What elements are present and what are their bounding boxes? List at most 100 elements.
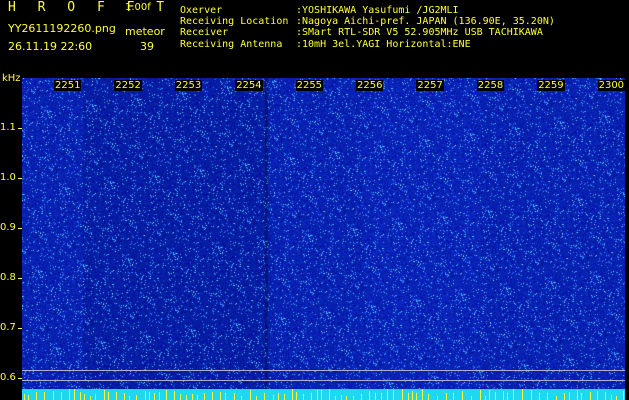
baseline-spike (453, 393, 454, 400)
info-row-receiver: Receiver :SMart RTL-SDR V5 52.905MHz USB … (180, 27, 555, 38)
baseline-spike (422, 389, 423, 400)
baseline-spike (154, 393, 155, 400)
signal-baseline (22, 389, 625, 400)
baseline-spike (74, 389, 75, 400)
baseline-spike (129, 396, 130, 400)
baseline-spike (53, 391, 54, 400)
baseline-spike (428, 394, 429, 400)
y-tick-label: 0.6 (0, 372, 16, 383)
reference-line-lower (22, 380, 625, 381)
info-key: Oxerver (180, 5, 223, 16)
baseline-spike (381, 393, 382, 400)
baseline-spike (116, 392, 117, 400)
filename-label: YY2611192260.png (8, 22, 116, 35)
baseline-spike (539, 393, 540, 400)
baseline-spike (522, 389, 523, 400)
info-row-location: Receiving Location:Nagoya Aichi-pref. JA… (180, 16, 555, 27)
baseline-spike (303, 394, 304, 400)
info-key: Receiver (180, 27, 229, 39)
y-tick-label: 0.9 (0, 222, 16, 233)
baseline-spike (495, 392, 496, 400)
baseline-spike (264, 393, 265, 400)
reference-line-upper (22, 370, 625, 371)
baseline-spike (292, 389, 293, 400)
baseline-spike (471, 396, 472, 400)
baseline-spike (204, 393, 205, 400)
baseline-spike (149, 392, 150, 400)
y-tick-mark (18, 178, 22, 179)
baseline-spike (361, 394, 362, 400)
meteor-count: 39 (140, 40, 154, 53)
baseline-spike (186, 395, 187, 400)
y-tick-mark (18, 128, 22, 129)
y-tick-label: 1.0 (0, 172, 16, 183)
baseline-spike (220, 392, 221, 400)
y-tick-label: 1.1 (0, 122, 16, 133)
info-value: :10mH 3el.YAGI Horizontal:ENE (296, 38, 471, 50)
info-value: :YOSHIKAWA Yasufumi /JG2MLI (296, 5, 459, 16)
x-tick-label: 2256 (356, 80, 384, 91)
baseline-spike (95, 394, 96, 400)
baseline-spike (412, 391, 413, 400)
y-axis-unit: kHz (2, 73, 21, 84)
baseline-spike (480, 390, 481, 400)
x-tick-label: 2255 (295, 80, 324, 91)
baseline-spike (69, 389, 70, 400)
baseline-spike (569, 392, 570, 400)
info-row-antenna: Receiving Antenna:10mH 3el.YAGI Horizont… (180, 39, 555, 50)
baseline-spike (24, 394, 25, 400)
baseline-spike (564, 393, 565, 400)
baseline-spike (250, 390, 251, 400)
baseline-spike (273, 395, 274, 400)
baseline-spike (335, 396, 336, 400)
info-value: :Nagoya Aichi-pref. JAPAN (136.90E, 35.2… (296, 16, 555, 28)
baseline-spike (192, 394, 193, 400)
datetime-label: 26.11.19 22:60 (8, 40, 93, 53)
baseline-spike (547, 393, 548, 400)
x-tick-label: 2259 (537, 80, 565, 91)
baseline-spike (311, 393, 312, 400)
baseline-spike (597, 391, 598, 400)
baseline-spike (387, 389, 388, 400)
baseline-spike (531, 390, 532, 400)
y-tick-mark (18, 378, 22, 379)
baseline-spike (84, 394, 85, 400)
y-tick-mark (18, 228, 22, 229)
baseline-spike (329, 389, 330, 400)
baseline-spike (296, 392, 297, 400)
baseline-spike (90, 396, 91, 400)
x-tick-label: 2252 (114, 80, 142, 91)
baseline-spike (393, 390, 394, 400)
baseline-spike (174, 391, 175, 400)
baseline-spike (104, 390, 105, 400)
x-tick-label: 2253 (174, 80, 203, 91)
y-tick-label: 0.8 (0, 272, 16, 283)
baseline-spike (225, 393, 226, 400)
baseline-spike (507, 393, 508, 400)
spectrogram-canvas (22, 78, 625, 400)
baseline-spike (341, 395, 342, 400)
baseline-spike (44, 392, 45, 400)
meteor-label: meteor (125, 25, 165, 38)
spectrogram-panel (22, 78, 625, 400)
baseline-spike (321, 390, 322, 400)
baseline-spike (590, 392, 591, 400)
baseline-spike (437, 396, 438, 400)
baseline-spike (346, 396, 347, 400)
x-tick-label: 2300 (597, 80, 626, 91)
baseline-spike (369, 391, 370, 400)
baseline-spike (416, 393, 417, 400)
info-value: :SMart RTL-SDR V5 52.905MHz USB TACHIKAW… (296, 27, 543, 39)
x-tick-label: 2254 (235, 80, 263, 91)
baseline-spike (136, 395, 137, 400)
baseline-spike (166, 390, 167, 400)
baseline-spike (145, 391, 146, 400)
y-tick-mark (18, 278, 22, 279)
baseline-spike (36, 392, 37, 400)
baseline-spike (577, 390, 578, 400)
baseline-spike (234, 393, 235, 400)
baseline-spike (353, 396, 354, 400)
baseline-spike (159, 392, 160, 400)
y-tick-label: 0.7 (0, 322, 16, 333)
baseline-spike (611, 395, 612, 400)
